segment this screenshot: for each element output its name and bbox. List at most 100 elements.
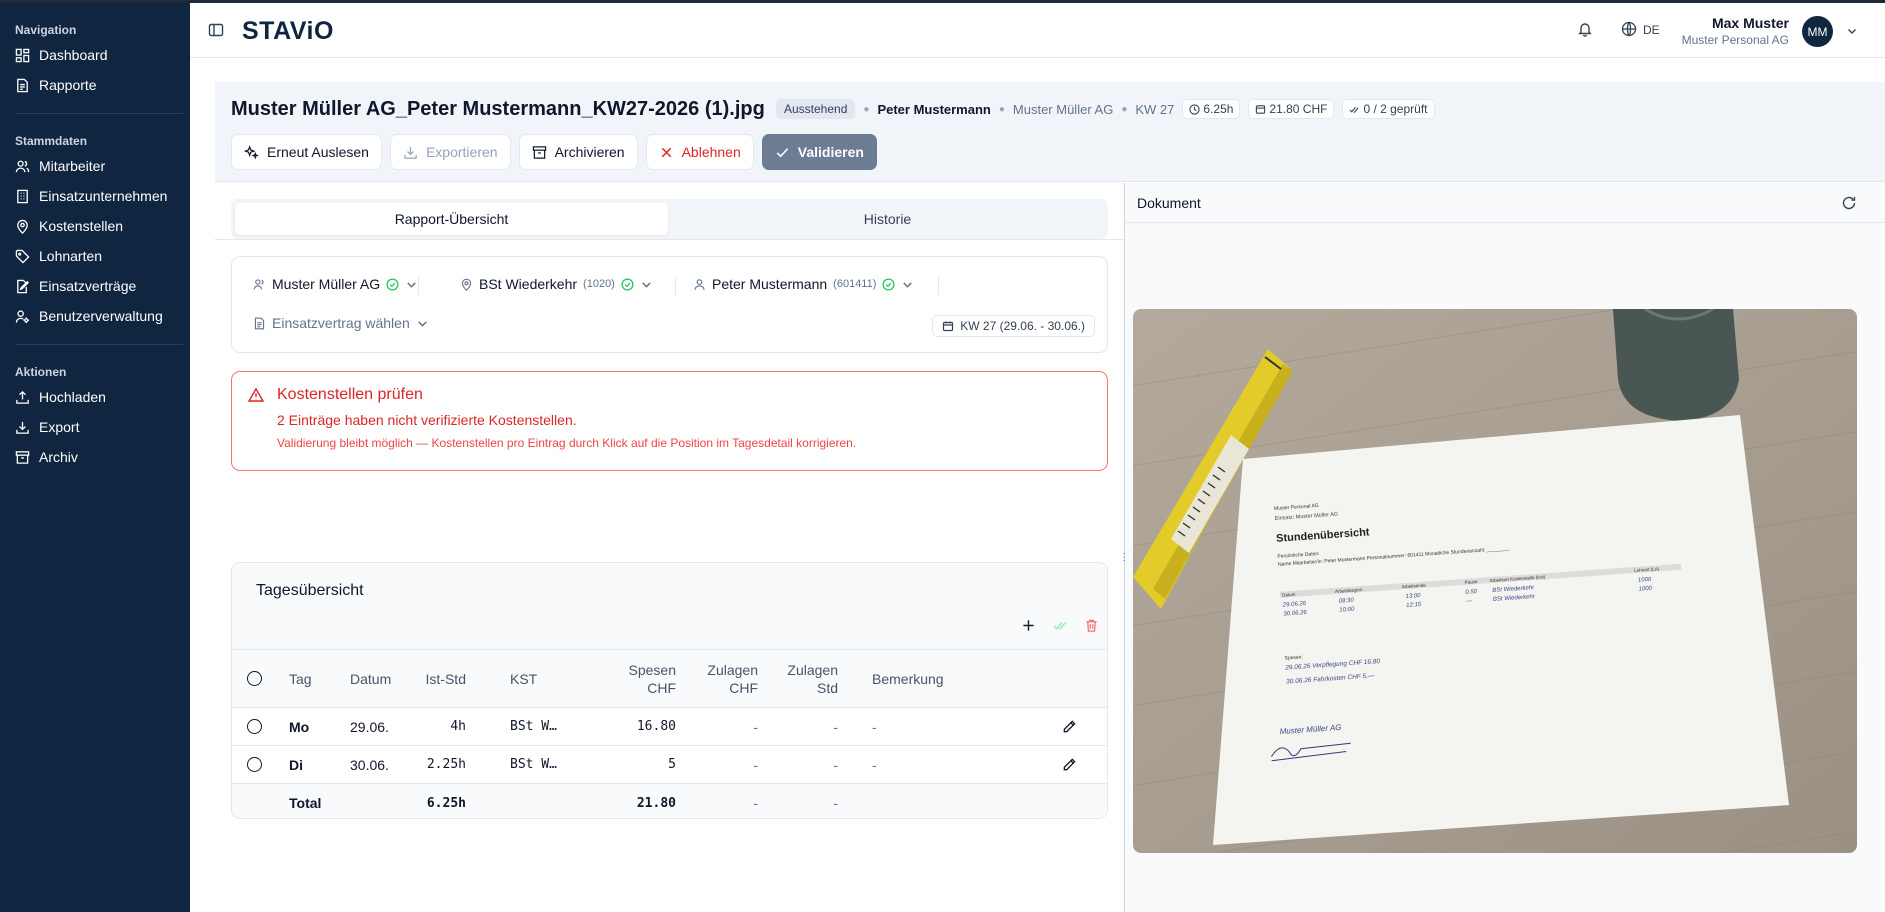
tab-historie[interactable]: Historie	[671, 203, 1104, 235]
sidebar-item-einsatzunternehmen[interactable]: Einsatzunternehmen	[15, 183, 183, 209]
users-icon	[15, 160, 30, 172]
column-header-zulagen-chf: Zulagen CHF	[682, 650, 758, 707]
sidebar-item-rapporte[interactable]: Rapporte	[15, 72, 183, 98]
upload-icon	[16, 390, 29, 404]
column-header-spesen-line1: Spesen	[628, 661, 676, 678]
bell-icon[interactable]	[1577, 21, 1593, 37]
paper-sheet	[1213, 415, 1789, 845]
archive-button[interactable]: Archivieren	[518, 134, 638, 170]
chevron-down-icon[interactable]	[1846, 25, 1858, 37]
sidebar-item-label: Rapporte	[39, 77, 97, 93]
sidebar-item-einsatzvertraege[interactable]: Einsatzverträge	[15, 273, 183, 299]
check-circle-icon	[386, 277, 399, 291]
refresh-icon[interactable]	[1841, 195, 1857, 211]
week-range-button[interactable]: KW 27 (29.06. - 30.06.)	[932, 315, 1095, 337]
sidebar-divider	[15, 344, 183, 345]
document-header: Muster Müller AG_Peter Mustermann_KW27-2…	[215, 82, 1885, 182]
table-row[interactable]: Mo 29.06. 4h BSt W… 16.80 - - -	[232, 708, 1107, 746]
cost-center-selector[interactable]: BSt Wiederkehr (1020)	[460, 276, 653, 292]
cell-bemerkung: -	[872, 718, 877, 735]
column-header-zulagen-std-line1: Zulagen	[787, 661, 838, 678]
row-select-radio[interactable]	[247, 719, 262, 734]
hours-badge: 6.25h	[1182, 99, 1241, 119]
sidebar-toggle-icon[interactable]	[208, 22, 224, 38]
check-check-icon	[1349, 106, 1360, 113]
reread-button[interactable]: Erneut Auslesen	[231, 134, 382, 170]
add-icon[interactable]	[1021, 618, 1036, 633]
daily-table: Tag Datum Ist-Std KST Spesen CHF Zulagen…	[232, 649, 1107, 818]
sidebar-item-mitarbeiter[interactable]: Mitarbeiter	[15, 153, 183, 179]
week-range-value: KW 27 (29.06. - 30.06.)	[960, 319, 1085, 333]
users-icon	[253, 278, 264, 289]
cell-ist-std: 4h	[450, 719, 466, 734]
file-text-icon	[254, 317, 265, 329]
export-button[interactable]: Exportieren	[389, 134, 511, 170]
sidebar-item-lohnarten[interactable]: Lohnarten	[15, 243, 183, 269]
table-row[interactable]: Di 30.06. 2.25h BSt W… 5 - - -	[232, 746, 1107, 784]
row-select-radio[interactable]	[247, 757, 262, 772]
alert-message: 2 Einträge haben nicht verifizierte Kost…	[277, 412, 577, 428]
sidebar-item-benutzerverwaltung[interactable]: Benutzerverwaltung	[15, 303, 183, 329]
cost-center-alert: Kostenstellen prüfen 2 Einträge haben ni…	[231, 371, 1108, 471]
validate-button[interactable]: Validieren	[761, 134, 877, 170]
top-header: STAViO DE Max Muster Muster Personal AG …	[190, 3, 1885, 58]
sidebar-item-dashboard[interactable]: Dashboard	[15, 42, 183, 68]
cell-zulagen-chf: -	[753, 756, 758, 773]
download-icon	[16, 421, 29, 434]
scan-r1-start: 08:30	[1339, 598, 1355, 605]
avatar[interactable]: MM	[1802, 16, 1833, 47]
document-photo[interactable]: Muster Personal AG Einsatz: Muster Mülle…	[1133, 309, 1857, 853]
app-root: Navigation Dashboard Rapporte Stammdaten…	[0, 0, 1885, 912]
sidebar-item-label: Einsatzverträge	[39, 278, 137, 294]
scan-r1-end: 13:00	[1405, 593, 1421, 600]
sidebar-item-export[interactable]: Export	[15, 414, 183, 440]
pencil-icon[interactable]	[1062, 719, 1077, 734]
check-circle-icon	[621, 277, 634, 291]
total-ist-std: 6.25h	[426, 795, 466, 811]
action-toolbar: Erneut Auslesen Exportieren Archivieren …	[231, 134, 877, 170]
sidebar-item-hochladen[interactable]: Hochladen	[15, 384, 183, 410]
close-icon	[661, 147, 671, 157]
cell-spesen: 5	[668, 757, 676, 772]
calendar-icon	[943, 321, 954, 332]
scan-spesen-label: Spesen:	[1284, 654, 1303, 661]
employee-selector[interactable]: Peter Mustermann (601411)	[693, 276, 914, 292]
sidebar-item-archiv[interactable]: Archiv	[15, 444, 183, 470]
sidebar-item-label: Export	[39, 419, 80, 435]
meta-week: KW 27	[1135, 101, 1175, 117]
checked-value: 0 / 2 geprüft	[1363, 102, 1428, 116]
meta-company: Muster Müller AG	[1012, 101, 1114, 117]
column-header-spesen: Spesen CHF	[532, 650, 676, 707]
contract-selector[interactable]: Einsatzvertrag wählen	[253, 315, 429, 331]
trash-icon[interactable]	[1084, 618, 1099, 633]
map-pin-icon	[461, 278, 472, 291]
selector-separator	[938, 277, 939, 295]
document-panel: Dokument Muster Personal AG Einsatz: Mus…	[1125, 183, 1885, 912]
tab-bar: Rapport-Übersicht Historie	[231, 199, 1108, 239]
sidebar-item-kostenstellen[interactable]: Kostenstellen	[15, 213, 183, 239]
document-title: Muster Müller AG_Peter Mustermann_KW27-2…	[231, 98, 765, 120]
company-selector[interactable]: Muster Müller AG	[253, 276, 418, 292]
app-logo[interactable]: STAViO	[242, 17, 334, 46]
document-panel-header: Dokument	[1125, 183, 1885, 223]
cell-tag: Di	[289, 756, 303, 773]
tab-rapport-uebersicht[interactable]: Rapport-Übersicht	[235, 203, 668, 235]
document-panel-title: Dokument	[1137, 195, 1201, 211]
column-header-zulagen-std-line2: Std	[816, 679, 838, 696]
contract-placeholder: Einsatzvertrag wählen	[272, 315, 410, 331]
sidebar-item-label: Dashboard	[39, 47, 108, 63]
select-all-radio[interactable]	[247, 671, 262, 686]
pencil-icon[interactable]	[1062, 757, 1077, 772]
row-edit-cell	[1062, 708, 1077, 745]
language-selector[interactable]: DE	[1643, 23, 1660, 37]
clock-icon	[1189, 103, 1201, 115]
scan-r1-la: 1000	[1638, 577, 1652, 584]
sidebar-divider	[15, 113, 183, 114]
reject-button[interactable]: Ablehnen	[645, 134, 754, 170]
check-all-icon[interactable]	[1053, 618, 1068, 633]
cell-zulagen-std: -	[833, 756, 838, 773]
total-label: Total	[289, 795, 322, 811]
globe-icon[interactable]	[1621, 21, 1637, 37]
sidebar: Navigation Dashboard Rapporte Stammdaten…	[0, 3, 190, 912]
scan-col-3: Pause	[1465, 579, 1479, 585]
